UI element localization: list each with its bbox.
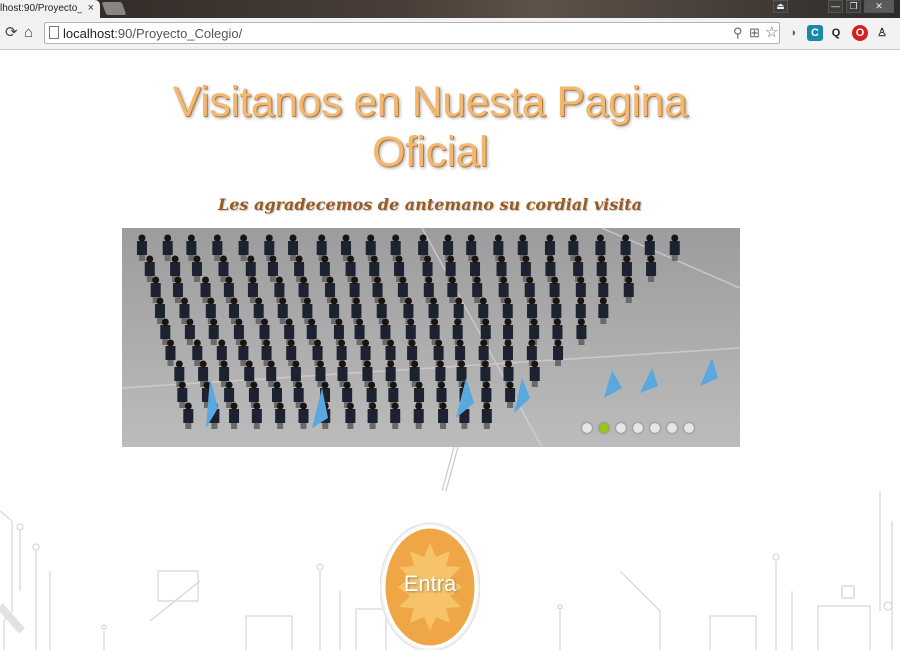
image-slider[interactable] xyxy=(122,228,740,447)
home-icon[interactable]: ⌂ xyxy=(24,25,33,41)
slider-dot[interactable] xyxy=(650,423,660,433)
page-subtitle: Les agradecemos de antemano su cordial v… xyxy=(217,195,643,214)
url-host: localhost xyxy=(63,26,115,41)
slider-dot[interactable] xyxy=(582,423,592,433)
url-path: :90/Proyecto_Colegio/ xyxy=(114,26,243,41)
address-bar[interactable]: localhost:90/Proyecto_Colegio/ ⚲ ⊞ ☆ xyxy=(44,22,780,44)
tab-strip: lhost:90/Proyecto_Co × ⏏ — ❐ ✕ xyxy=(0,0,900,18)
extension-person-icon[interactable]: ♙ xyxy=(874,25,890,41)
close-window-button[interactable]: ✕ xyxy=(864,0,894,13)
extension-audio-icon[interactable]: ◗ xyxy=(786,25,802,41)
browser-tab[interactable]: lhost:90/Proyecto_Co × xyxy=(0,0,100,18)
slider-dot[interactable] xyxy=(633,423,643,433)
page-title: Visitanos en Nuesta Pagina Oficial xyxy=(172,78,688,176)
bookmark-star-icon[interactable]: ☆ xyxy=(765,23,778,41)
translate-icon[interactable]: ⊞ xyxy=(749,25,760,41)
tab-title: lhost:90/Proyecto_Co xyxy=(0,3,82,14)
slider-dot[interactable] xyxy=(616,423,626,433)
enter-button-wrap: Entra xyxy=(380,521,480,650)
page-content: Visitanos en Nuesta Pagina Oficial Les a… xyxy=(0,51,900,650)
slider-dot[interactable] xyxy=(667,423,677,433)
enter-button-label[interactable]: Entra xyxy=(380,571,480,597)
maximize-button[interactable]: ❐ xyxy=(846,0,861,13)
zoom-icon[interactable]: ⚲ xyxy=(733,25,743,41)
minimize-button[interactable]: — xyxy=(828,0,843,13)
slider-dot[interactable] xyxy=(684,423,694,433)
browser-toolbar: ⟳ ⌂ localhost:90/Proyecto_Colegio/ ⚲ ⊞ ☆… xyxy=(0,18,900,50)
url-text: localhost:90/Proyecto_Colegio/ xyxy=(63,26,242,41)
slider-dot-active[interactable] xyxy=(599,423,609,433)
extension-opera-icon[interactable]: O xyxy=(852,25,868,41)
profile-icon[interactable]: ⏏ xyxy=(773,0,788,13)
reload-icon[interactable]: ⟳ xyxy=(5,25,18,41)
page-icon xyxy=(49,26,59,39)
slider-dots xyxy=(582,423,694,433)
close-tab-icon[interactable]: × xyxy=(88,2,94,14)
students-formation-photo xyxy=(122,228,740,447)
extension-c-icon[interactable]: C xyxy=(807,25,823,41)
extension-q-icon[interactable]: Q xyxy=(828,25,844,41)
connector-lines xyxy=(441,447,459,491)
new-tab-button[interactable] xyxy=(101,2,127,15)
